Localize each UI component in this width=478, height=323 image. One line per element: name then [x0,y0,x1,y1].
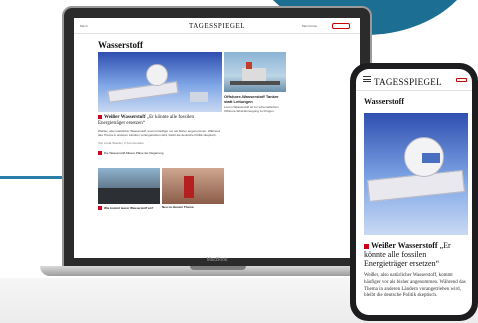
plus-icon [364,243,369,249]
lead-teaser: Weißer, also natürlicher Wasserstoff, ko… [98,129,220,137]
bottom-headline-2[interactable]: Neu zu diesem Thema [162,205,224,210]
plus-icon [98,151,102,155]
phone-logo[interactable]: TAGESSPIEGEL [374,77,442,87]
bottom-image-2[interactable] [162,168,224,204]
plus-icon [98,115,102,119]
phone: TAGESSPIEGEL Wasserstoff Weißer Wasserst… [350,63,478,321]
side-image[interactable] [224,52,286,92]
phone-lead-image[interactable] [364,113,468,235]
phone-header: TAGESSPIEGEL [356,69,472,91]
laptop: Menü TAGESSPIEGEL Mein Konto Wasserstoff… [62,6,372,268]
phone-lead-headline[interactable]: Weißer Wasserstoff „Er könnte alle fossi… [364,241,468,269]
bottom-headline-1[interactable]: Wie kommt teurer Wasserstoff an? [98,206,160,211]
phone-page-title: Wasserstoff [364,97,404,106]
side-teaser: Lorem Wasserstoff ist zur schematischen … [224,105,279,113]
bottom-image-1[interactable] [98,168,160,204]
lead-headline[interactable]: Weißer Wasserstoff „Er könnte alle fossi… [98,115,222,128]
phone-subscribe-button[interactable] [456,78,467,82]
subscribe-button[interactable] [332,23,350,29]
background-line [0,176,70,179]
side-headline[interactable]: Offshore-Wasserstoff Tanker statt Leitun… [224,94,286,104]
account-link[interactable]: Mein Konto [302,24,317,28]
lead-image[interactable] [98,52,222,112]
hamburger-menu-icon[interactable] [363,76,371,82]
page-title: Wasserstoff [98,40,143,50]
phone-screen: TAGESSPIEGEL Wasserstoff Weißer Wasserst… [356,69,472,315]
related-link[interactable]: Die Wasserstoff-Misere Pläne der Regieru… [98,151,163,156]
phone-lead-teaser: Weißer, also natürlicher Wasserstoff, ko… [364,273,466,299]
lead-meta: Von Linda Staude | 2 Kommentare [98,141,144,145]
laptop-notch [190,266,246,270]
laptop-screen: Menü TAGESSPIEGEL Mein Konto Wasserstoff… [74,18,360,258]
macbook-label: MacBook [206,257,228,263]
site-header: Menü TAGESSPIEGEL Mein Konto [74,18,360,34]
